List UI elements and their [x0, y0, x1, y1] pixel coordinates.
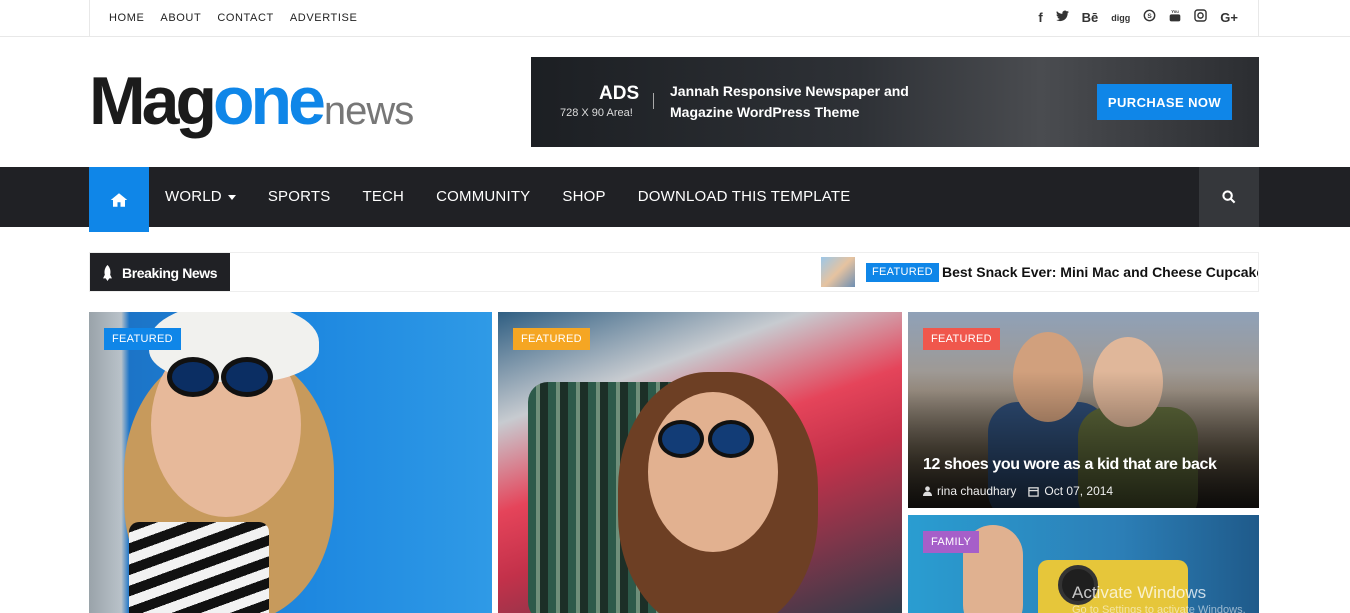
logo-part-one: one — [213, 63, 326, 139]
breaking-news-tag[interactable]: FEATURED — [866, 263, 939, 282]
card-1-image-glasses-left — [167, 357, 219, 397]
purchase-now-button[interactable]: PURCHASE NOW — [1097, 84, 1232, 120]
card-2-image-glasses-left — [658, 420, 704, 458]
top-link-about[interactable]: ABOUT — [160, 12, 201, 24]
ad-title: ADS — [599, 83, 640, 104]
youtube-icon[interactable]: You — [1169, 9, 1181, 27]
search-button[interactable] — [1199, 167, 1259, 227]
nav-item-sports[interactable]: SPORTS — [268, 188, 331, 205]
home-button[interactable] — [89, 167, 149, 232]
breaking-news-text: Breaking News — [122, 264, 218, 281]
skype-icon[interactable]: S — [1143, 9, 1156, 27]
ad-text: Jannah Responsive Newspaper and Magazine… — [670, 83, 909, 120]
card-1-tag[interactable]: FEATURED — [104, 328, 181, 350]
site-logo[interactable]: Mag one news — [89, 62, 414, 142]
card-2-image-face — [648, 392, 778, 552]
caret-down-icon — [227, 194, 236, 200]
card-1-image-shirt — [129, 522, 269, 613]
nav-item-community[interactable]: COMMUNITY — [436, 188, 530, 205]
digg-icon[interactable]: digg — [1111, 9, 1130, 27]
top-link-contact[interactable]: CONTACT — [217, 12, 274, 24]
card-3-date: Oct 07, 2014 — [1028, 484, 1113, 498]
top-bar-inner: HOME ABOUT CONTACT ADVERTISE f Bē digg S… — [89, 0, 1259, 37]
top-link-advertise[interactable]: ADVERTISE — [290, 12, 358, 24]
calendar-icon — [1028, 486, 1040, 497]
social-links: f Bē digg S You G+ — [1038, 9, 1238, 27]
card-3-date-text: Oct 07, 2014 — [1044, 484, 1114, 498]
svg-text:You: You — [1172, 9, 1180, 14]
card-1-image-glasses-right — [221, 357, 273, 397]
ad-banner[interactable]: ADS 728 X 90 Area! Jannah Responsive New… — [531, 57, 1259, 147]
card-3-meta: rina chaudhary Oct 07, 2014 — [923, 484, 1113, 498]
card-3-author-name: rina chaudhary — [937, 484, 1017, 498]
logo-part-mag: Mag — [89, 63, 217, 139]
nav-item-shop[interactable]: SHOP — [562, 188, 605, 205]
card-4-tag[interactable]: FAMILY — [923, 531, 980, 553]
breaking-news-bar: Breaking News FEATURED Best Snack Ever: … — [89, 252, 1259, 292]
top-bar: HOME ABOUT CONTACT ADVERTISE f Bē digg S… — [0, 0, 1350, 37]
card-2-tag[interactable]: FEATURED — [513, 328, 590, 350]
featured-card-1[interactable]: FEATURED — [89, 312, 492, 613]
rocket-icon — [103, 264, 112, 281]
top-link-home[interactable]: HOME — [109, 12, 144, 24]
nav-item-world[interactable]: WORLD — [165, 188, 236, 205]
nav-item-download-template[interactable]: DOWNLOAD THIS TEMPLATE — [638, 188, 851, 205]
instagram-icon[interactable] — [1194, 9, 1208, 27]
activate-windows-watermark: Activate Windows — [1072, 583, 1207, 602]
nav-item-world-label: WORLD — [165, 188, 222, 205]
card-3-author[interactable]: rina chaudhary — [923, 484, 1016, 498]
logo-part-news: news — [323, 89, 414, 133]
google-plus-icon[interactable]: G+ — [1220, 9, 1238, 27]
user-icon — [923, 486, 932, 496]
featured-card-2[interactable]: FEATURED — [498, 312, 902, 613]
behance-icon[interactable]: Bē — [1082, 9, 1099, 27]
breaking-news-label: Breaking News — [90, 253, 230, 291]
card-2-image-glasses-right — [708, 420, 754, 458]
breaking-news-thumbnail[interactable] — [821, 257, 855, 287]
main-nav: WORLD SPORTS TECH COMMUNITY SHOP DOWNLOA… — [0, 167, 1350, 232]
nav-links: WORLD SPORTS TECH COMMUNITY SHOP DOWNLOA… — [165, 188, 850, 205]
nav-item-tech[interactable]: TECH — [362, 188, 404, 205]
search-icon — [1222, 190, 1236, 204]
home-icon — [110, 192, 128, 207]
svg-text:S: S — [1148, 13, 1153, 20]
top-nav: HOME ABOUT CONTACT ADVERTISE — [109, 12, 357, 24]
twitter-icon[interactable] — [1055, 9, 1069, 27]
ad-size: 728 X 90 Area! — [560, 107, 633, 119]
ad-divider — [653, 93, 654, 109]
card-3-title[interactable]: 12 shoes you wore as a kid that are back — [923, 456, 1217, 474]
breaking-news-headline[interactable]: Best Snack Ever: Mini Mac and Cheese Cup… — [942, 264, 1258, 280]
featured-card-3[interactable]: FEATURED 12 shoes you wore as a kid that… — [908, 312, 1259, 508]
facebook-icon[interactable]: f — [1038, 9, 1042, 27]
card-3-tag[interactable]: FEATURED — [923, 328, 1000, 350]
activate-windows-subtext: Go to Settings to activate Windows. — [1072, 604, 1246, 613]
